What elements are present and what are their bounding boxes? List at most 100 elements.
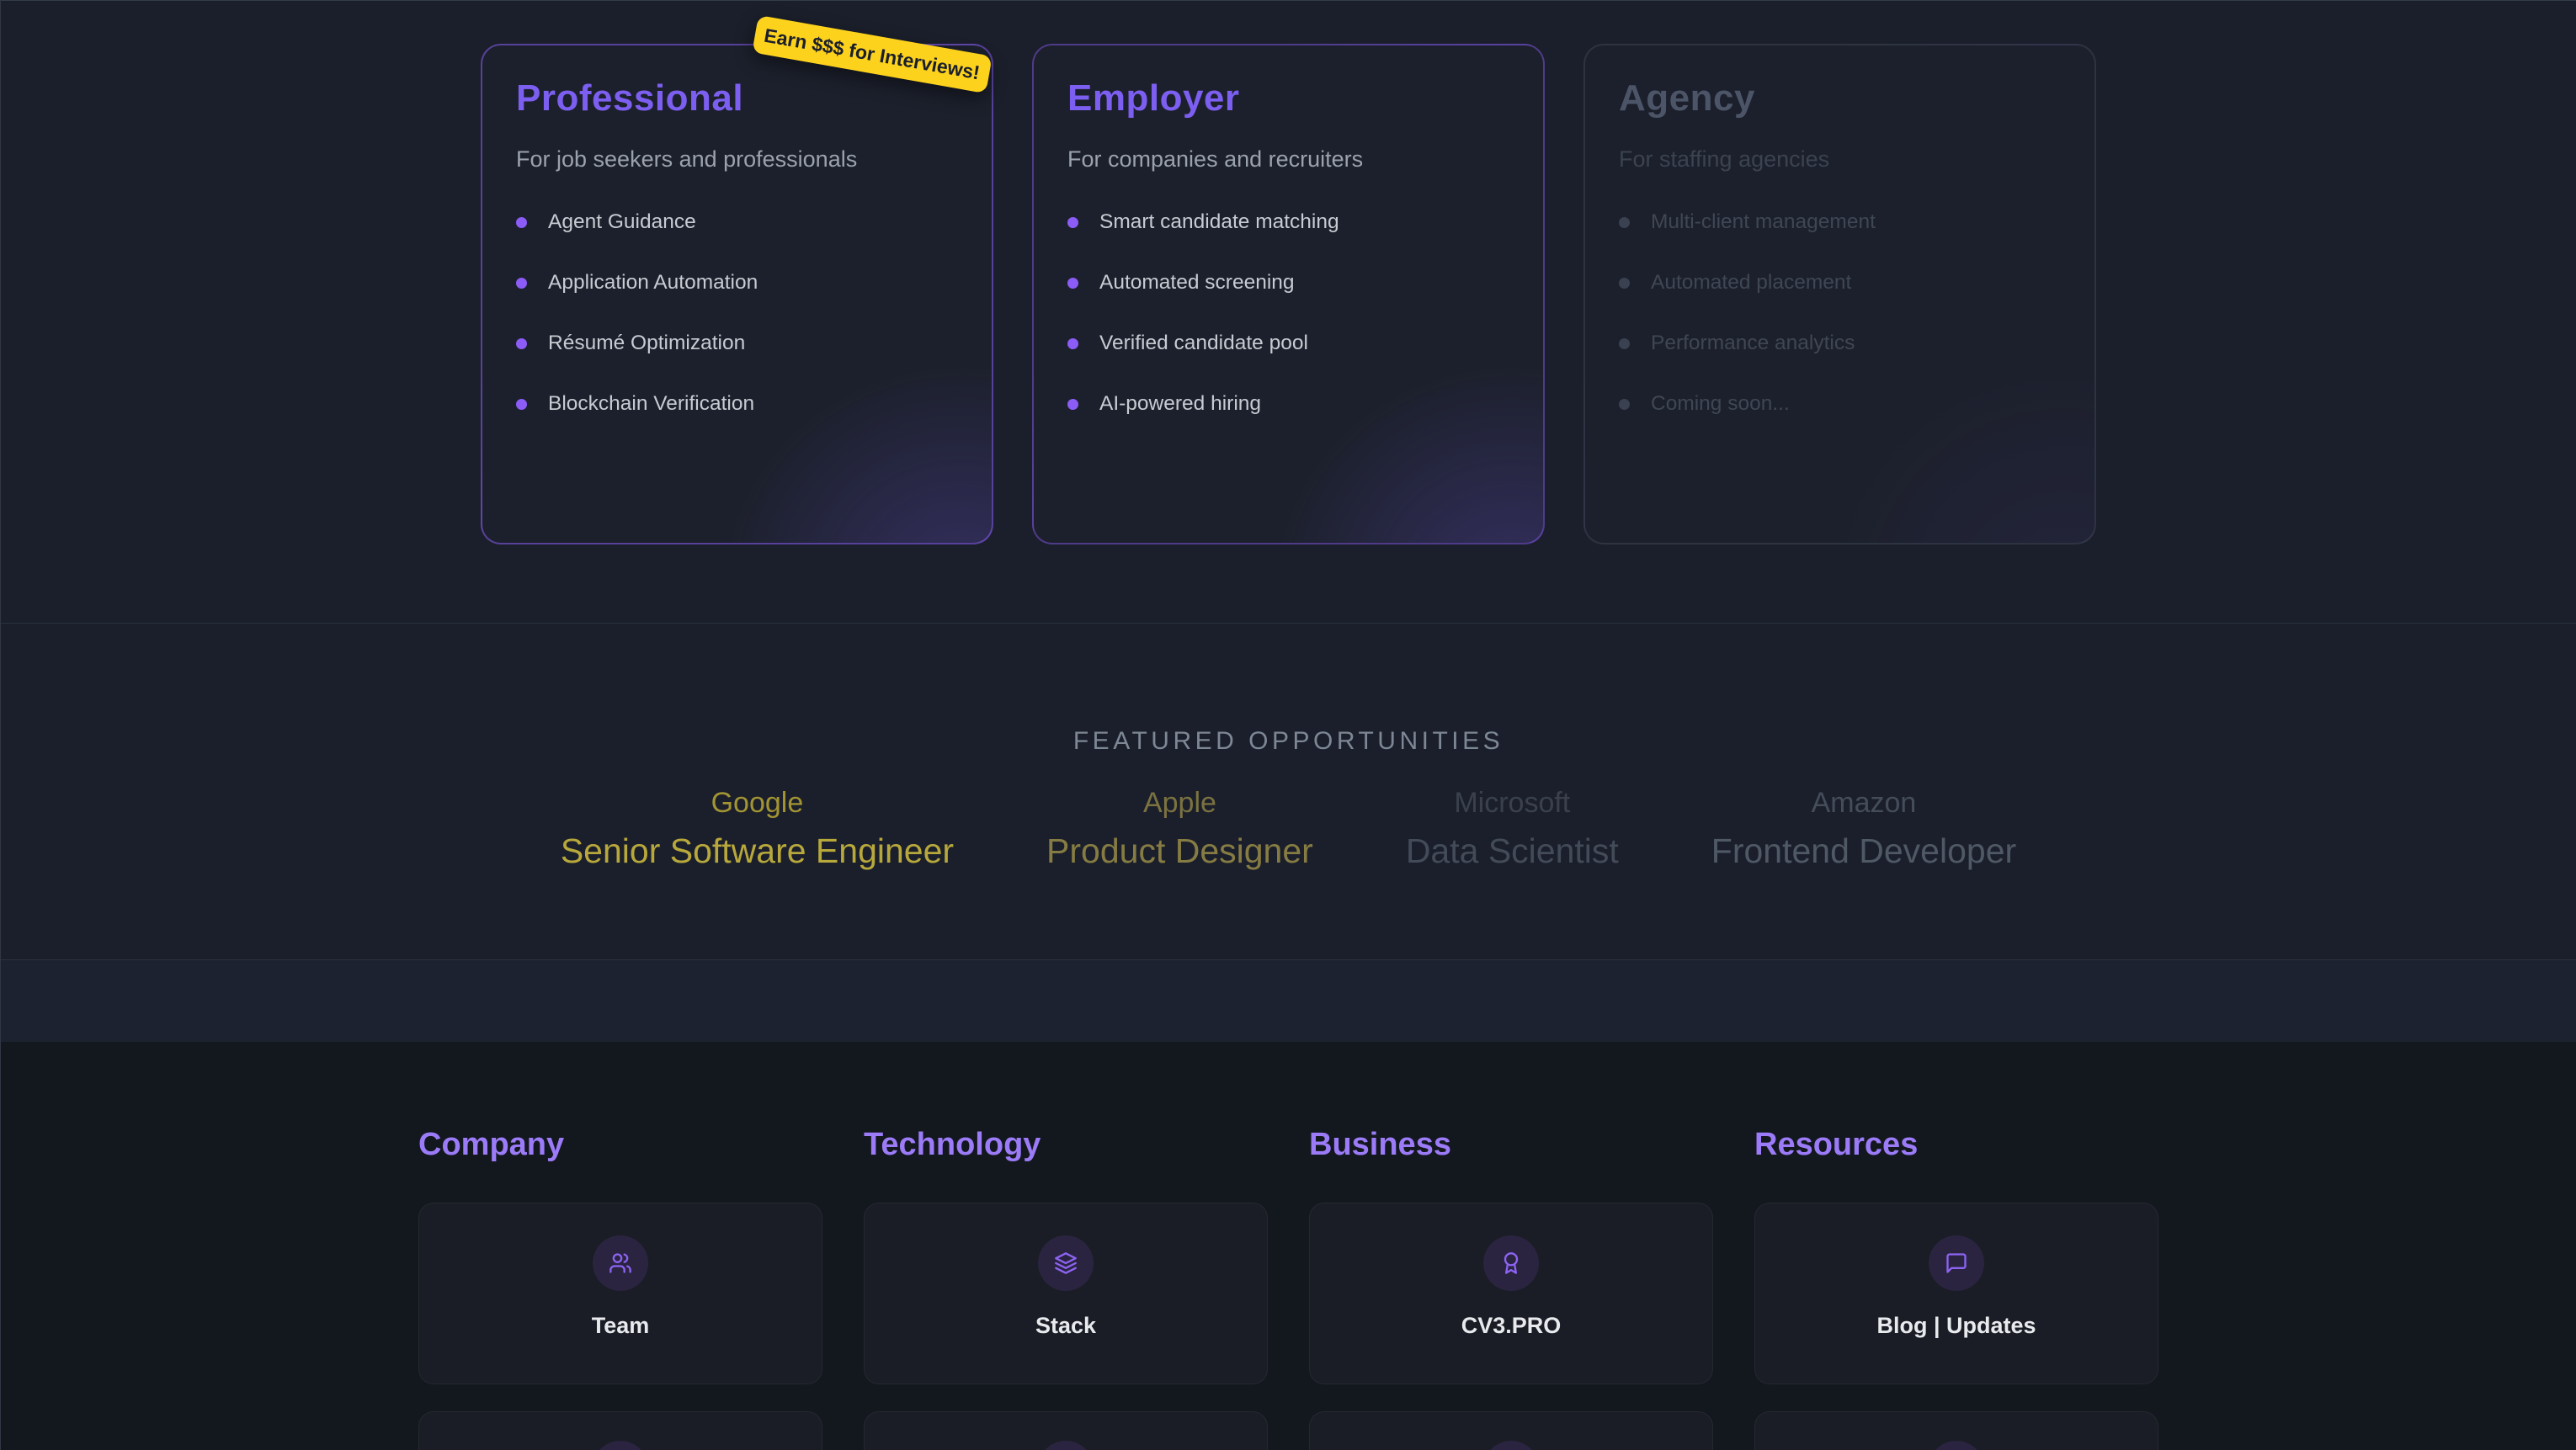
featured-opportunities-section: FEATURED OPPORTUNITIES Google Senior Sof…: [1, 624, 2576, 960]
job-title: Product Designer: [1046, 831, 1313, 872]
plan-feature-label: Résumé Optimization: [548, 331, 745, 356]
plan-feature: Coming soon...: [1619, 391, 2061, 417]
job-company: Apple: [1046, 786, 1313, 821]
bullet-dot-icon: [1619, 399, 1630, 410]
footer-card-team[interactable]: Team: [418, 1203, 822, 1384]
plan-card-employer[interactable]: Employer For companies and recruiters Sm…: [1032, 44, 1545, 544]
footer-col-technology: Technology Stack: [864, 1126, 1268, 1450]
layers-icon: [1054, 1251, 1078, 1275]
featured-jobs-row: Google Senior Software Engineer Apple Pr…: [1, 786, 2576, 872]
featured-job-google[interactable]: Google Senior Software Engineer: [561, 786, 954, 872]
footer-grid: Company Team Technology Stack: [418, 1126, 2158, 1450]
bullet-dot-icon: [1619, 217, 1630, 228]
footer-card-label: Stack: [1035, 1313, 1096, 1339]
plan-feature-label: Performance analytics: [1651, 331, 1855, 356]
featured-job-microsoft[interactable]: Microsoft Data Scientist: [1406, 786, 1619, 872]
bullet-dot-icon: [1067, 278, 1078, 289]
footer-card-stack[interactable]: Stack: [864, 1203, 1268, 1384]
plan-feature-label: Blockchain Verification: [548, 391, 754, 417]
bullet-dot-icon: [1067, 399, 1078, 410]
plan-feature: Résumé Optimization: [516, 331, 958, 356]
plan-card-agency: Agency For staffing agencies Multi-clien…: [1583, 44, 2096, 544]
footer-card-label: Blog | Updates: [1876, 1313, 2036, 1339]
footer-col-resources: Resources Blog | Updates: [1754, 1126, 2158, 1450]
users-icon: [609, 1251, 632, 1275]
plans-section: Earn $$$ for Interviews! Professional Fo…: [1, 0, 2576, 624]
featured-job-amazon[interactable]: Amazon Frontend Developer: [1711, 786, 2016, 872]
section-gap: [1, 960, 2576, 1042]
icon-circle: [1929, 1441, 1984, 1450]
plan-feature-label: Verified candidate pool: [1099, 331, 1308, 356]
footer-col-company: Company Team: [418, 1126, 822, 1450]
job-company: Amazon: [1711, 786, 2016, 821]
bullet-dot-icon: [1067, 217, 1078, 228]
footer: Company Team Technology Stack: [1, 1042, 2576, 1450]
chat-icon: [1945, 1251, 1968, 1275]
icon-circle: [593, 1441, 648, 1450]
featured-heading: FEATURED OPPORTUNITIES: [1, 726, 2576, 757]
plan-feature-label: Application Automation: [548, 270, 758, 295]
plan-feature-list: Multi-client management Automated placem…: [1619, 210, 2061, 417]
plan-title: Agency: [1619, 76, 2061, 120]
footer-card-cv3pro[interactable]: CV3.PRO: [1309, 1203, 1713, 1384]
plan-subtitle: For staffing agencies: [1619, 146, 2061, 173]
icon-circle: [1038, 1441, 1094, 1450]
icon-circle: [1483, 1235, 1539, 1291]
bullet-dot-icon: [1619, 338, 1630, 349]
landing-page: Earn $$$ for Interviews! Professional Fo…: [1, 0, 2576, 1450]
bullet-dot-icon: [516, 399, 527, 410]
bullet-dot-icon: [516, 278, 527, 289]
job-title: Senior Software Engineer: [561, 831, 954, 872]
footer-card-label: CV3.PRO: [1461, 1313, 1562, 1339]
plan-feature: Performance analytics: [1619, 331, 2061, 356]
plan-subtitle: For job seekers and professionals: [516, 146, 958, 173]
footer-card-blog[interactable]: Blog | Updates: [1754, 1203, 2158, 1384]
footer-card-partial[interactable]: [418, 1411, 822, 1450]
bullet-dot-icon: [516, 338, 527, 349]
footer-col-header: Company: [418, 1126, 822, 1163]
footer-card-partial[interactable]: [1309, 1411, 1713, 1450]
plan-feature: Verified candidate pool: [1067, 331, 1509, 356]
plan-feature: AI-powered hiring: [1067, 391, 1509, 417]
job-company: Microsoft: [1406, 786, 1619, 821]
plan-feature-label: Multi-client management: [1651, 210, 1876, 235]
plan-feature-list: Agent Guidance Application Automation Ré…: [516, 210, 958, 417]
icon-circle: [593, 1235, 648, 1291]
plan-feature-label: Automated placement: [1651, 270, 1851, 295]
footer-card-label: Team: [592, 1313, 650, 1339]
footer-card-partial[interactable]: [864, 1411, 1268, 1450]
plan-card-professional[interactable]: Earn $$$ for Interviews! Professional Fo…: [481, 44, 993, 544]
icon-circle: [1038, 1235, 1094, 1291]
bullet-dot-icon: [1067, 338, 1078, 349]
job-title: Frontend Developer: [1711, 831, 2016, 872]
plan-feature: Multi-client management: [1619, 210, 2061, 235]
plan-feature-label: AI-powered hiring: [1099, 391, 1261, 417]
bullet-dot-icon: [516, 217, 527, 228]
plan-feature: Blockchain Verification: [516, 391, 958, 417]
footer-card-partial[interactable]: [1754, 1411, 2158, 1450]
icon-circle: [1929, 1235, 1984, 1291]
plan-title: Professional: [516, 76, 958, 120]
footer-col-business: Business CV3.PRO: [1309, 1126, 1713, 1450]
icon-circle: [1483, 1441, 1539, 1450]
plan-feature-list: Smart candidate matching Automated scree…: [1067, 210, 1509, 417]
plan-feature: Agent Guidance: [516, 210, 958, 235]
plan-title: Employer: [1067, 76, 1509, 120]
footer-col-header: Technology: [864, 1126, 1268, 1163]
bullet-dot-icon: [1619, 278, 1630, 289]
plan-feature-label: Smart candidate matching: [1099, 210, 1339, 235]
plan-feature: Smart candidate matching: [1067, 210, 1509, 235]
job-company: Google: [561, 786, 954, 821]
plan-feature-label: Coming soon...: [1651, 391, 1790, 417]
footer-col-header: Business: [1309, 1126, 1713, 1163]
footer-col-header: Resources: [1754, 1126, 2158, 1163]
plan-feature-label: Automated screening: [1099, 270, 1295, 295]
plan-subtitle: For companies and recruiters: [1067, 146, 1509, 173]
plan-feature: Automated screening: [1067, 270, 1509, 295]
plan-feature: Application Automation: [516, 270, 958, 295]
award-icon: [1499, 1251, 1523, 1275]
plan-feature-label: Agent Guidance: [548, 210, 696, 235]
plan-feature: Automated placement: [1619, 270, 2061, 295]
job-title: Data Scientist: [1406, 831, 1619, 872]
featured-job-apple[interactable]: Apple Product Designer: [1046, 786, 1313, 872]
